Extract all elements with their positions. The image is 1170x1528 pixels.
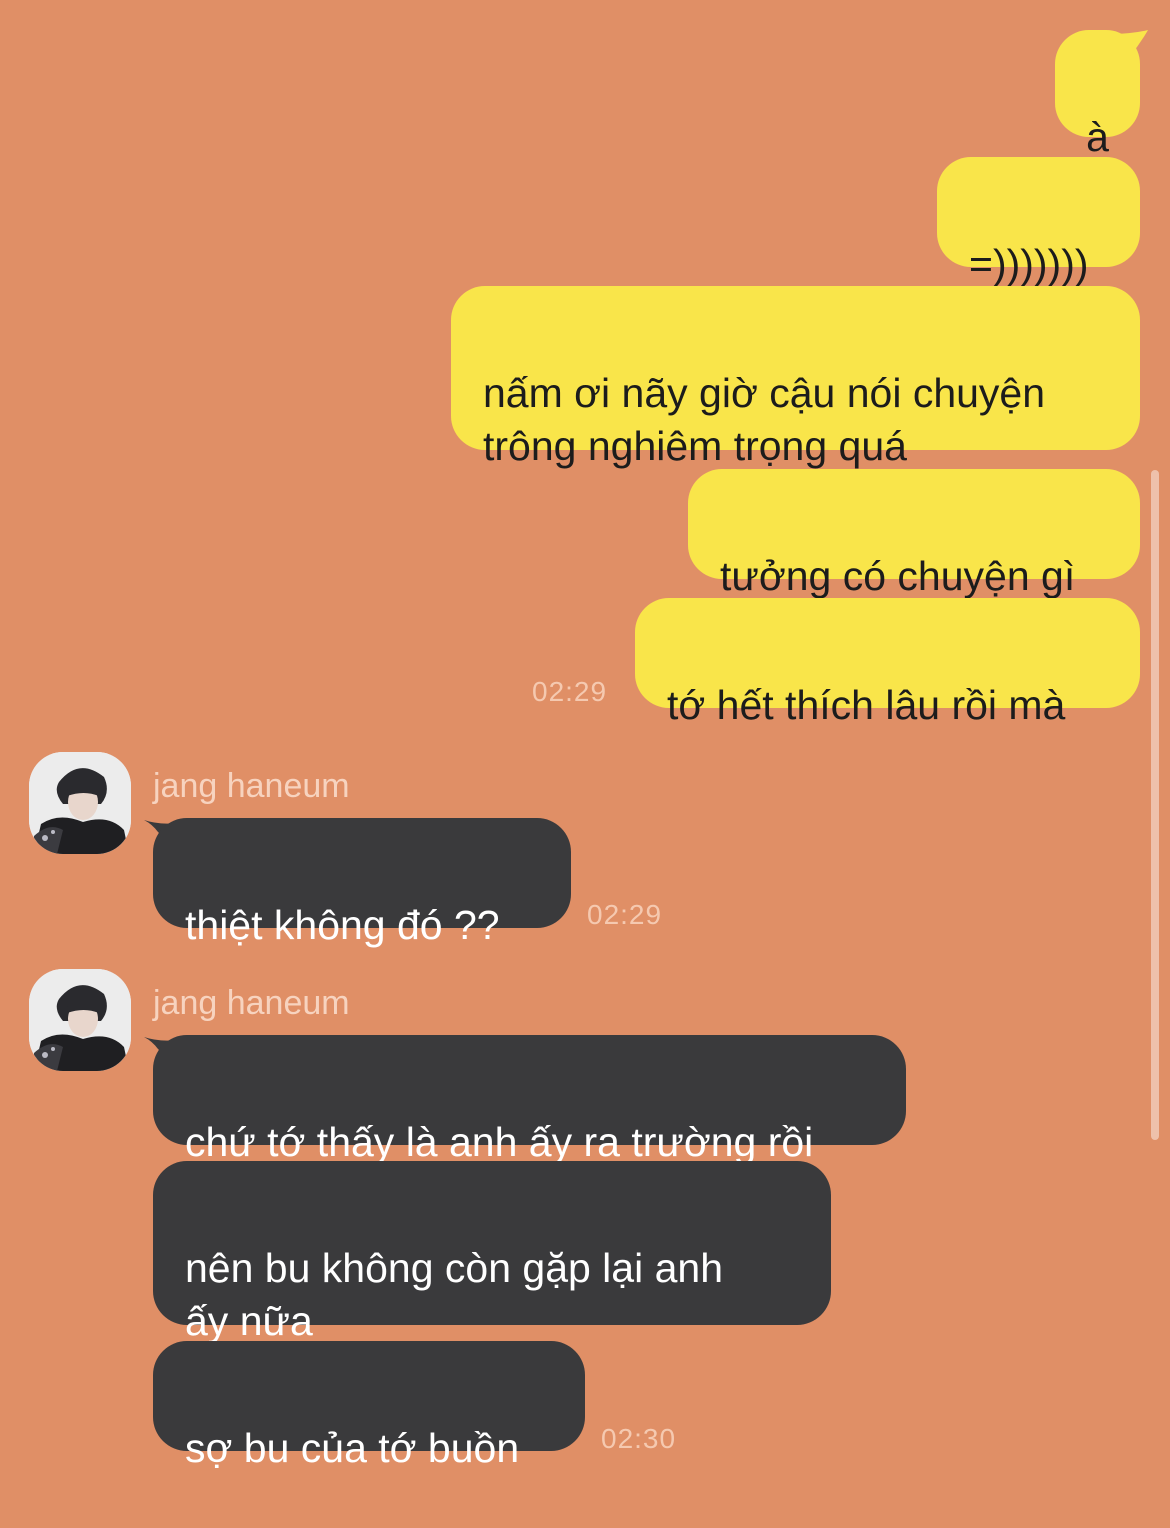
outgoing-message[interactable]: tớ hết thích lâu rồi mà	[635, 598, 1140, 728]
message-timestamp: 02:29	[587, 899, 663, 930]
scrollbar[interactable]	[1151, 470, 1159, 1140]
message-text: nên bu không còn gặp lại anh ấy nữa	[185, 1245, 724, 1344]
message-text: =)))))))	[969, 241, 1089, 287]
bubble-tail	[1112, 30, 1148, 56]
outgoing-message[interactable]: =)))))))	[937, 157, 1140, 287]
sender-name: jang haneum	[153, 984, 350, 1022]
message-text: tưởng có chuyện gì	[720, 553, 1076, 599]
message-text: thiệt không đó ??	[185, 902, 500, 948]
incoming-message[interactable]: chứ tớ thấy là anh ấy ra trường rồi	[153, 1035, 906, 1165]
outgoing-message[interactable]: nấm ơi nãy giờ cậu nói chuyện trông nghi…	[451, 286, 1140, 469]
incoming-message[interactable]: sợ bu của tớ buồn	[153, 1341, 585, 1471]
message-text: sợ bu của tớ buồn	[185, 1425, 520, 1471]
message-text: nấm ơi nãy giờ cậu nói chuyện trông nghi…	[483, 370, 1046, 469]
outgoing-message[interactable]: tưởng có chuyện gì	[688, 469, 1140, 599]
avatar[interactable]	[29, 969, 131, 1071]
profile-photo-icon	[29, 752, 131, 854]
message-text: tớ hết thích lâu rồi mà	[667, 682, 1066, 728]
sender-name: jang haneum	[153, 767, 350, 805]
avatar[interactable]	[29, 752, 131, 854]
message-timestamp: 02:30	[601, 1423, 677, 1454]
incoming-message[interactable]: nên bu không còn gặp lại anh ấy nữa	[153, 1161, 831, 1344]
profile-photo-icon	[29, 969, 131, 1071]
incoming-message[interactable]: thiệt không đó ??	[153, 818, 571, 948]
message-timestamp: 02:29	[532, 676, 608, 707]
